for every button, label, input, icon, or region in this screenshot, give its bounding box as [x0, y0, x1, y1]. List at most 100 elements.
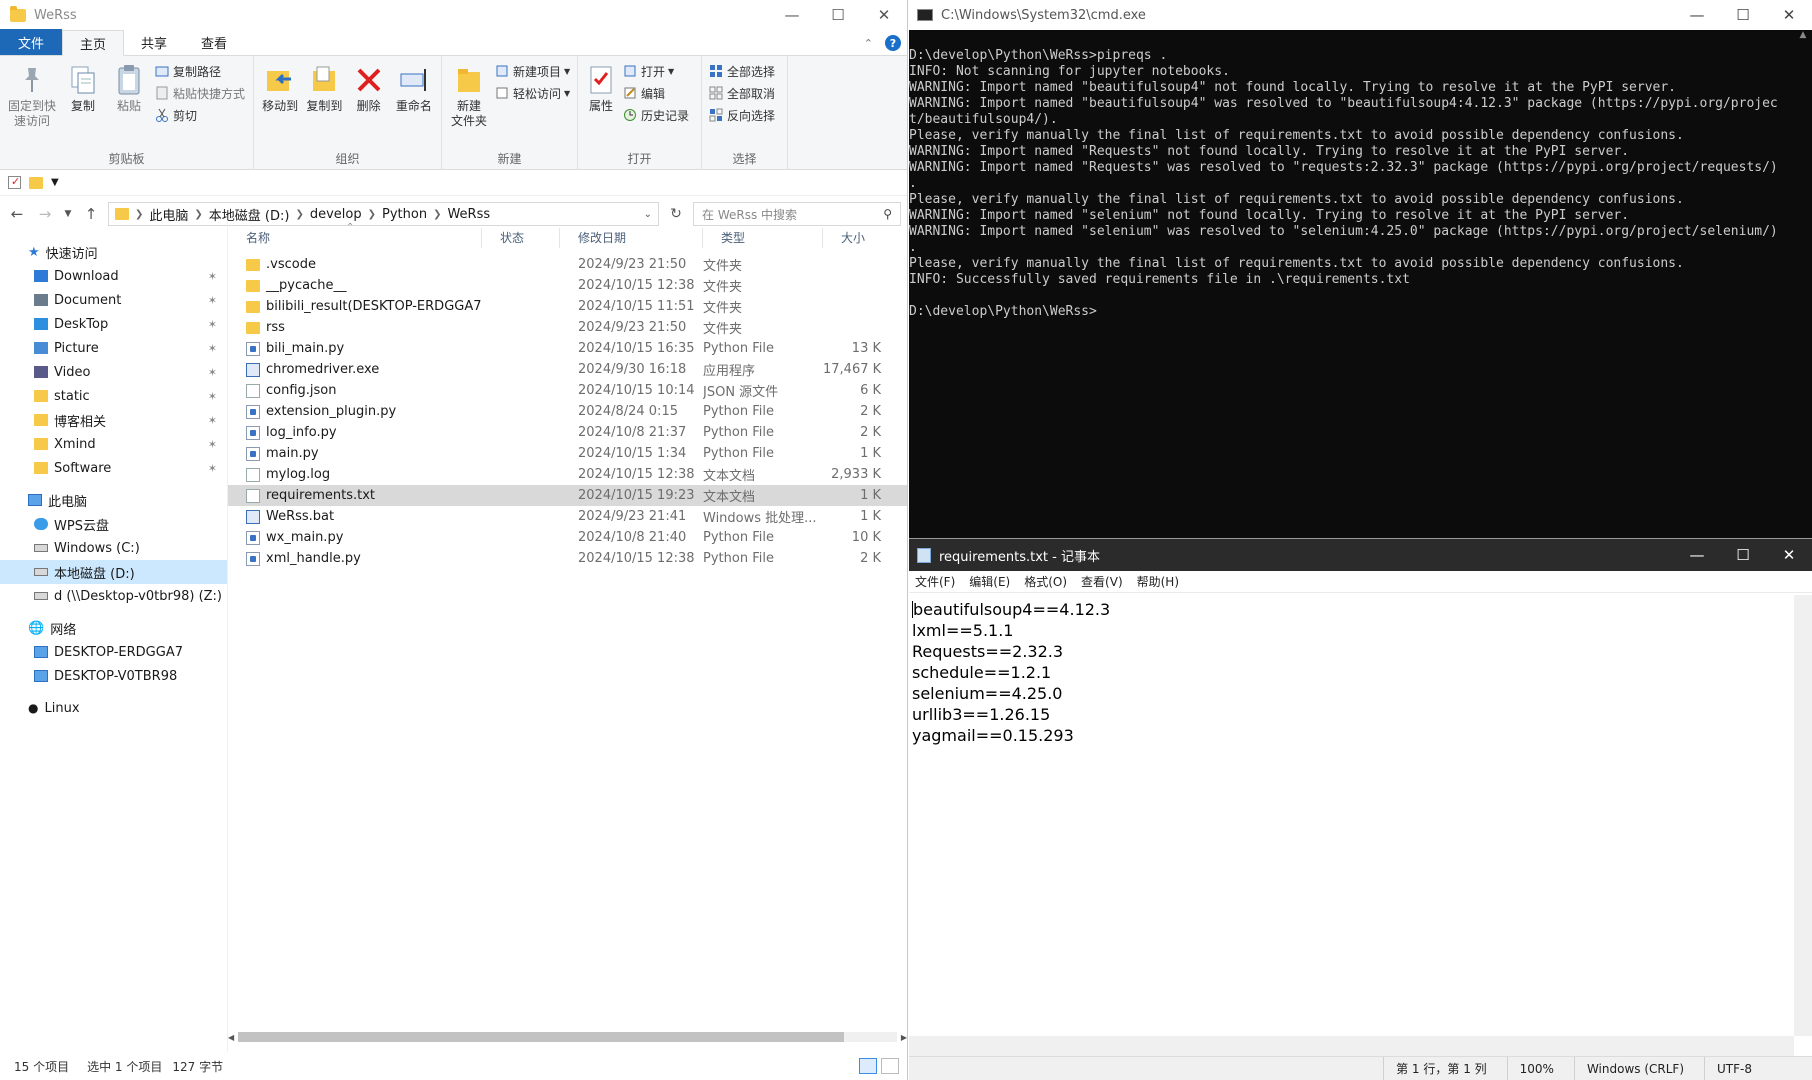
breadcrumb-werss[interactable]: WeRss — [447, 207, 490, 222]
maximize-button[interactable]: ☐ — [1720, 539, 1766, 571]
large-icons-view-icon[interactable] — [881, 1058, 899, 1074]
menu-format[interactable]: 格式(O) — [1024, 573, 1067, 590]
edit-button[interactable]: 编辑 — [622, 84, 689, 102]
pin-icon[interactable]: ✶ — [208, 438, 217, 451]
file-row[interactable]: main.py 2024/10/15 1:34 Python File 1 K — [228, 443, 907, 464]
menu-view[interactable]: 查看(V) — [1081, 573, 1123, 590]
column-header-size[interactable]: 大小 — [823, 228, 883, 248]
pin-icon[interactable]: ✶ — [208, 414, 217, 427]
cut-button[interactable]: 剪切 — [154, 106, 245, 124]
up-arrow-icon[interactable]: ↑ — [80, 205, 102, 223]
folder-icon[interactable] — [29, 176, 43, 189]
nav-pinned-item[interactable]: Download ✶ — [0, 264, 227, 288]
scroll-up-icon[interactable]: ▲ — [1794, 30, 1812, 40]
breadcrumb-this-pc[interactable]: 此电脑 — [149, 205, 188, 224]
file-row[interactable]: WeRss.bat 2024/9/23 21:41 Windows 批处理... 1 … — [228, 506, 907, 527]
file-row[interactable]: .vscode 2024/9/23 21:50 文件夹 — [228, 254, 907, 275]
tab-file[interactable]: 文件 — [0, 29, 63, 55]
close-button[interactable]: ✕ — [1766, 0, 1812, 30]
column-header-status[interactable]: 状态 — [482, 228, 560, 248]
nav-pinned-item[interactable]: Xmind ✶ — [0, 432, 227, 456]
minimize-button[interactable]: — — [1674, 0, 1720, 30]
column-header-date[interactable]: 修改日期 — [560, 228, 703, 248]
history-button[interactable]: 历史记录 — [622, 106, 689, 124]
pin-icon[interactable]: ✶ — [208, 294, 217, 307]
menu-file[interactable]: 文件(F) — [915, 573, 955, 590]
chevron-up-icon[interactable]: ⌃ — [864, 37, 873, 50]
forward-arrow-icon[interactable]: → — [34, 205, 56, 223]
properties-check-icon[interactable]: ✓ — [8, 175, 21, 189]
help-icon[interactable]: ? — [885, 35, 901, 51]
pin-icon[interactable]: ✶ — [208, 462, 217, 475]
nav-this-pc[interactable]: 此电脑 — [0, 488, 227, 512]
file-row[interactable]: xml_handle.py 2024/10/15 12:38 Python File… — [228, 548, 907, 569]
nav-drive-item[interactable]: WPS云盘 — [0, 512, 227, 536]
nav-pinned-item[interactable]: Video ✶ — [0, 360, 227, 384]
nav-pinned-item[interactable]: 博客相关 ✶ — [0, 408, 227, 432]
file-row[interactable]: mylog.log 2024/10/15 12:38 文本文档 2,933 K — [228, 464, 907, 485]
horizontal-scrollbar[interactable]: ◀ ▶ — [228, 1030, 907, 1044]
column-header-name[interactable]: 名称 — [228, 228, 482, 248]
file-row[interactable]: bili_main.py 2024/10/15 16:35 Python File 1… — [228, 338, 907, 359]
close-button[interactable]: ✕ — [1766, 539, 1812, 571]
open-button[interactable]: 打开 ▼ — [622, 62, 689, 80]
file-row[interactable]: bilibili_result(DESKTOP-ERDGGA7) 2024/10/… — [228, 296, 907, 317]
nav-pinned-item[interactable]: DeskTop ✶ — [0, 312, 227, 336]
back-arrow-icon[interactable]: ← — [6, 205, 28, 223]
customize-qat-icon[interactable]: ▼ — [51, 177, 59, 188]
details-view-icon[interactable] — [859, 1058, 877, 1074]
scroll-left-icon[interactable]: ◀ — [228, 1033, 234, 1042]
paste-shortcut-button[interactable]: 粘贴快捷方式 — [154, 84, 245, 102]
file-row[interactable]: rss 2024/9/23 21:50 文件夹 — [228, 317, 907, 338]
nav-pinned-item[interactable]: Document ✶ — [0, 288, 227, 312]
nav-pinned-item[interactable]: Software ✶ — [0, 456, 227, 480]
pin-icon[interactable]: ✶ — [208, 270, 217, 283]
nav-drive-item[interactable]: Windows (C:) — [0, 536, 227, 560]
notepad-horizontal-scrollbar[interactable] — [909, 1036, 1794, 1056]
select-none-button[interactable]: 全部取消 — [708, 84, 775, 102]
select-all-button[interactable]: 全部选择 — [708, 62, 775, 80]
new-item-button[interactable]: 新建项目 ▼ — [494, 62, 570, 80]
file-row[interactable]: chromedriver.exe 2024/9/30 16:18 应用程序 17,46… — [228, 359, 907, 380]
invert-selection-button[interactable]: 反向选择 — [708, 106, 775, 124]
file-row[interactable]: __pycache__ 2024/10/15 12:38 文件夹 — [228, 275, 907, 296]
minimize-button[interactable]: — — [769, 0, 815, 30]
pin-icon[interactable]: ✶ — [208, 342, 217, 355]
nav-pinned-item[interactable]: static ✶ — [0, 384, 227, 408]
nav-quick-access[interactable]: ★ 快速访问 — [0, 240, 227, 264]
notepad-text-area[interactable]: beautifulsoup4==4.12.3 lxml==5.1.1 Request… — [909, 595, 1794, 1036]
pin-icon[interactable]: ✶ — [208, 390, 217, 403]
close-button[interactable]: ✕ — [861, 0, 907, 30]
nav-network-item[interactable]: DESKTOP-V0TBR98 — [0, 664, 227, 688]
nav-network-item[interactable]: DESKTOP-ERDGGA7 — [0, 640, 227, 664]
file-row[interactable]: wx_main.py 2024/10/8 21:40 Python File 10 K — [228, 527, 907, 548]
file-row[interactable]: requirements.txt 2024/10/15 19:23 文本文档 1 K — [228, 485, 907, 506]
tab-view[interactable]: 查看 — [184, 29, 244, 55]
file-row[interactable]: log_info.py 2024/10/8 21:37 Python File 2 K — [228, 422, 907, 443]
scroll-thumb[interactable] — [238, 1032, 845, 1042]
breadcrumb-develop[interactable]: develop — [310, 207, 362, 222]
maximize-button[interactable]: ☐ — [1720, 0, 1766, 30]
nav-drive-item[interactable]: d (\\Desktop-v0tbr98) (Z:) — [0, 584, 227, 608]
cmd-output[interactable]: D:\develop\Python\WeRss>pipreqs . INFO: N… — [909, 30, 1794, 538]
tab-home[interactable]: 主页 — [62, 30, 125, 56]
scroll-right-icon[interactable]: ▶ — [901, 1033, 907, 1042]
menu-edit[interactable]: 编辑(E) — [969, 573, 1010, 590]
nav-network[interactable]: 🌐 网络 — [0, 616, 227, 640]
refresh-icon[interactable]: ↻ — [665, 206, 687, 222]
chevron-down-icon[interactable]: ⌄ — [644, 209, 652, 220]
pin-icon[interactable]: ✶ — [208, 366, 217, 379]
breadcrumb-drive-d[interactable]: 本地磁盘 (D:) — [209, 205, 290, 224]
menu-help[interactable]: 帮助(H) — [1137, 573, 1179, 590]
file-row[interactable]: config.json 2024/10/15 10:14 JSON 源文件 6 K — [228, 380, 907, 401]
maximize-button[interactable]: ☐ — [815, 0, 861, 30]
tab-share[interactable]: 共享 — [124, 29, 184, 55]
pin-icon[interactable]: ✶ — [208, 318, 217, 331]
notepad-vertical-scrollbar[interactable] — [1794, 595, 1812, 1036]
column-header-type[interactable]: 类型 — [703, 228, 823, 248]
easy-access-button[interactable]: 轻松访问 ▼ — [494, 84, 570, 102]
nav-linux[interactable]: ● Linux — [0, 696, 227, 720]
recent-locations-icon[interactable]: ▼ — [62, 209, 74, 219]
breadcrumb-python[interactable]: Python — [382, 207, 427, 222]
cmd-scrollbar[interactable]: ▲ — [1794, 30, 1812, 538]
